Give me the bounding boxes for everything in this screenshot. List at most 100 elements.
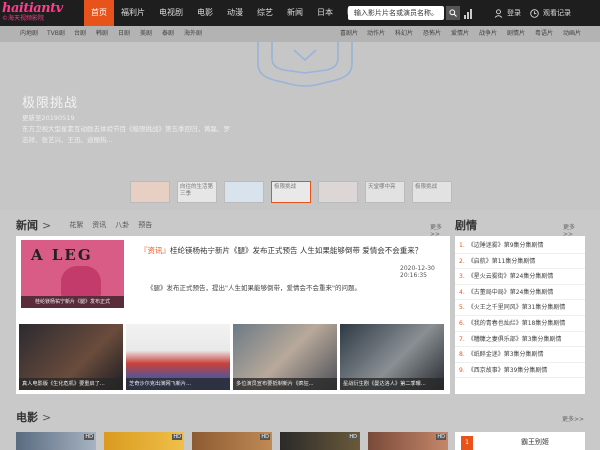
news-tab[interactable]: 八卦 <box>115 220 129 230</box>
subnav-item[interactable]: 剧情片 <box>507 26 525 42</box>
nav-item-japan[interactable]: 日本 <box>310 0 340 26</box>
site-logo[interactable]: haitiantv ©海天视频影院 <box>0 0 84 26</box>
list-item-number: 2. <box>459 257 465 265</box>
nav-item-movie[interactable]: 电影 <box>190 0 220 26</box>
hero-banner[interactable]: 极限挑战 更新至20190519 东方卫视大型星素互动励志体验节目《极限挑战》第… <box>0 42 600 210</box>
top-navbar: haitiantv ©海天视频影院 首页 福利片 电视剧 电影 动漫 综艺 新闻… <box>0 0 600 26</box>
news-card-caption: 星战衍生剧《曼达洛人》第二季曝... <box>340 378 444 390</box>
list-item[interactable]: 3. 《星火云雾街》第24集分集剧情 <box>455 269 585 285</box>
subnav-item[interactable]: 海外剧 <box>184 26 202 42</box>
movie-poster[interactable]: HD <box>16 432 96 450</box>
movie-ranking-panel[interactable]: 1 霸王别姬 <box>455 432 585 450</box>
nav-item-news[interactable]: 新闻 <box>280 0 310 26</box>
watch-history-link[interactable]: 观看记录 <box>530 0 571 26</box>
subnav-item[interactable]: 科幻片 <box>395 26 413 42</box>
list-item[interactable]: 9. 《西京故事》第39集分集剧情 <box>455 363 585 379</box>
user-icon <box>494 8 503 18</box>
subnav-item[interactable]: TVB剧 <box>47 26 65 42</box>
thumb-label: 极限挑战 <box>415 184 438 190</box>
subnav-item[interactable]: 喜剧片 <box>340 26 358 42</box>
clock-icon <box>530 8 539 18</box>
list-item-text: 《我的青春也灿烂》第18集分集剧情 <box>467 319 566 327</box>
list-item[interactable]: 6. 《我的青春也灿烂》第18集分集剧情 <box>455 316 585 332</box>
banner-thumb[interactable] <box>130 181 170 203</box>
rank-badge: 1 <box>461 436 473 450</box>
news-tab[interactable]: 预告 <box>138 220 152 230</box>
news-summary: 《腿》发布正式预告，提出"人生如果能够倒带，爱情会不会重来"的问题。 <box>147 284 361 292</box>
banner-thumb[interactable] <box>224 181 264 203</box>
movie-poster[interactable]: HD <box>192 432 272 450</box>
news-feature-poster[interactable]: A LEG 桂纶镁杨祐宁新片《腿》发布正式 <box>21 240 124 308</box>
subnav-item[interactable]: 粤语片 <box>535 26 553 42</box>
banner-update-date: 更新至20190519 <box>22 114 75 122</box>
news-section-title[interactable]: 新闻 <box>16 217 38 233</box>
subnav-item[interactable]: 泰剧 <box>162 26 174 42</box>
list-item[interactable]: 1. 《边陲迷雾》第9集分集剧情 <box>455 238 585 254</box>
list-item-text: 《星火云雾街》第24集分集剧情 <box>467 273 554 281</box>
subnav-item[interactable]: 美剧 <box>140 26 152 42</box>
movie-poster[interactable]: HD <box>104 432 184 450</box>
list-item[interactable]: 4. 《古董局中局》第24集分集剧情 <box>455 285 585 301</box>
banner-thumb[interactable]: 天堂哪中亮 <box>365 181 405 203</box>
subnav-item[interactable]: 恐怖片 <box>423 26 441 42</box>
news-card[interactable]: 多位演员宣布要抵制新片《疯狂... <box>233 324 337 390</box>
news-card[interactable]: 芝奇沙尔克出演网飞新片... <box>126 324 230 390</box>
news-section-header: 新闻 > 花絮 资讯 八卦 预告 更多>> <box>16 216 450 239</box>
nav-item-home[interactable]: 首页 <box>84 0 114 26</box>
list-item[interactable]: 2. 《启航》第11集分集剧情 <box>455 254 585 270</box>
signal-icon[interactable] <box>464 7 474 19</box>
banner-thumb[interactable] <box>318 181 358 203</box>
news-card[interactable]: 真人电影版《生化危机》要重启了... <box>19 324 123 390</box>
news-card-caption: 芝奇沙尔克出演网飞新片... <box>126 378 230 390</box>
banner-title[interactable]: 极限挑战 <box>22 92 78 111</box>
list-item[interactable]: 5. 《火王之千里同风》第31集分集剧情 <box>455 300 585 316</box>
news-tab[interactable]: 资讯 <box>92 220 106 230</box>
login-label: 登录 <box>507 9 521 17</box>
news-card[interactable]: 星战衍生剧《曼达洛人》第二季曝... <box>340 324 444 390</box>
movie-section-title[interactable]: 电影 <box>16 409 38 425</box>
banner-thumb-selected[interactable]: 极限挑战 <box>271 181 311 203</box>
subnav-item[interactable]: 韩剧 <box>96 26 108 42</box>
banner-thumb[interactable]: 向往的生活第三季 <box>177 181 217 203</box>
chevron-right-icon[interactable]: > <box>42 219 51 232</box>
list-item-number: 6. <box>459 319 465 327</box>
search-button[interactable] <box>446 6 460 20</box>
movie-more-link[interactable]: 更多>> <box>562 414 584 423</box>
subnav-item[interactable]: 爱情片 <box>451 26 469 42</box>
subnav-item[interactable]: 台剧 <box>74 26 86 42</box>
news-tab[interactable]: 花絮 <box>69 220 83 230</box>
hd-badge: HD <box>84 434 94 440</box>
subnav-item[interactable]: 动画片 <box>563 26 581 42</box>
subnav-item[interactable]: 战争片 <box>479 26 497 42</box>
list-item-number: 9. <box>459 366 465 374</box>
subnav-item[interactable]: 内地剧 <box>20 26 38 42</box>
login-link[interactable]: 登录 <box>494 0 521 26</box>
search-input[interactable]: 输入影片片名或演员名称。 <box>348 6 444 20</box>
poster-title: A LEG <box>31 246 93 264</box>
drama-list: 1. 《边陲迷雾》第9集分集剧情 2. 《启航》第11集分集剧情 3. 《星火云雾街》… <box>455 236 585 394</box>
chevron-right-icon[interactable]: > <box>42 411 51 424</box>
list-item-number: 1. <box>459 242 465 249</box>
logo-text: haitiantv <box>2 1 63 16</box>
list-item[interactable]: 7. 《糟糠之妻俱乐部》第3集分集剧情 <box>455 332 585 348</box>
news-headline[interactable]: 『资讯』桂纶镁杨祐宁新片《腿》发布正式预告 人生如果能够倒带 爱情会不会重来？ <box>140 245 422 256</box>
search-icon <box>449 9 457 17</box>
nav-item-welfare[interactable]: 福利片 <box>114 0 152 26</box>
list-item[interactable]: 8. 《纸醉金迷》第3集分集剧情 <box>455 347 585 363</box>
banner-thumb[interactable]: 极限挑战 <box>412 181 452 203</box>
nav-item-anime[interactable]: 动漫 <box>220 0 250 26</box>
nav-item-tv[interactable]: 电视剧 <box>152 0 190 26</box>
drama-section-title[interactable]: 剧情 <box>455 217 477 233</box>
ranking-title: 霸王别姬 <box>521 438 549 446</box>
subnav-item[interactable]: 日剧 <box>118 26 130 42</box>
list-item-text: 《边陲迷雾》第9集分集剧情 <box>467 242 544 249</box>
movie-poster[interactable]: HD <box>368 432 448 450</box>
hd-badge: HD <box>172 434 182 440</box>
movie-poster[interactable]: HD <box>280 432 360 450</box>
subnav-item[interactable]: 动作片 <box>367 26 385 42</box>
news-card-row: 真人电影版《生化危机》要重启了... 芝奇沙尔克出演网飞新片... 多位演员宣布… <box>19 324 447 390</box>
movie-section-header: 电影 > 更多>> <box>16 408 586 426</box>
thumb-label: 向往的生活第三季 <box>180 184 214 197</box>
category-subnav: 内地剧 TVB剧 台剧 韩剧 日剧 美剧 泰剧 海外剧 喜剧片 动作片 科幻片 … <box>0 26 600 42</box>
nav-item-variety[interactable]: 综艺 <box>250 0 280 26</box>
